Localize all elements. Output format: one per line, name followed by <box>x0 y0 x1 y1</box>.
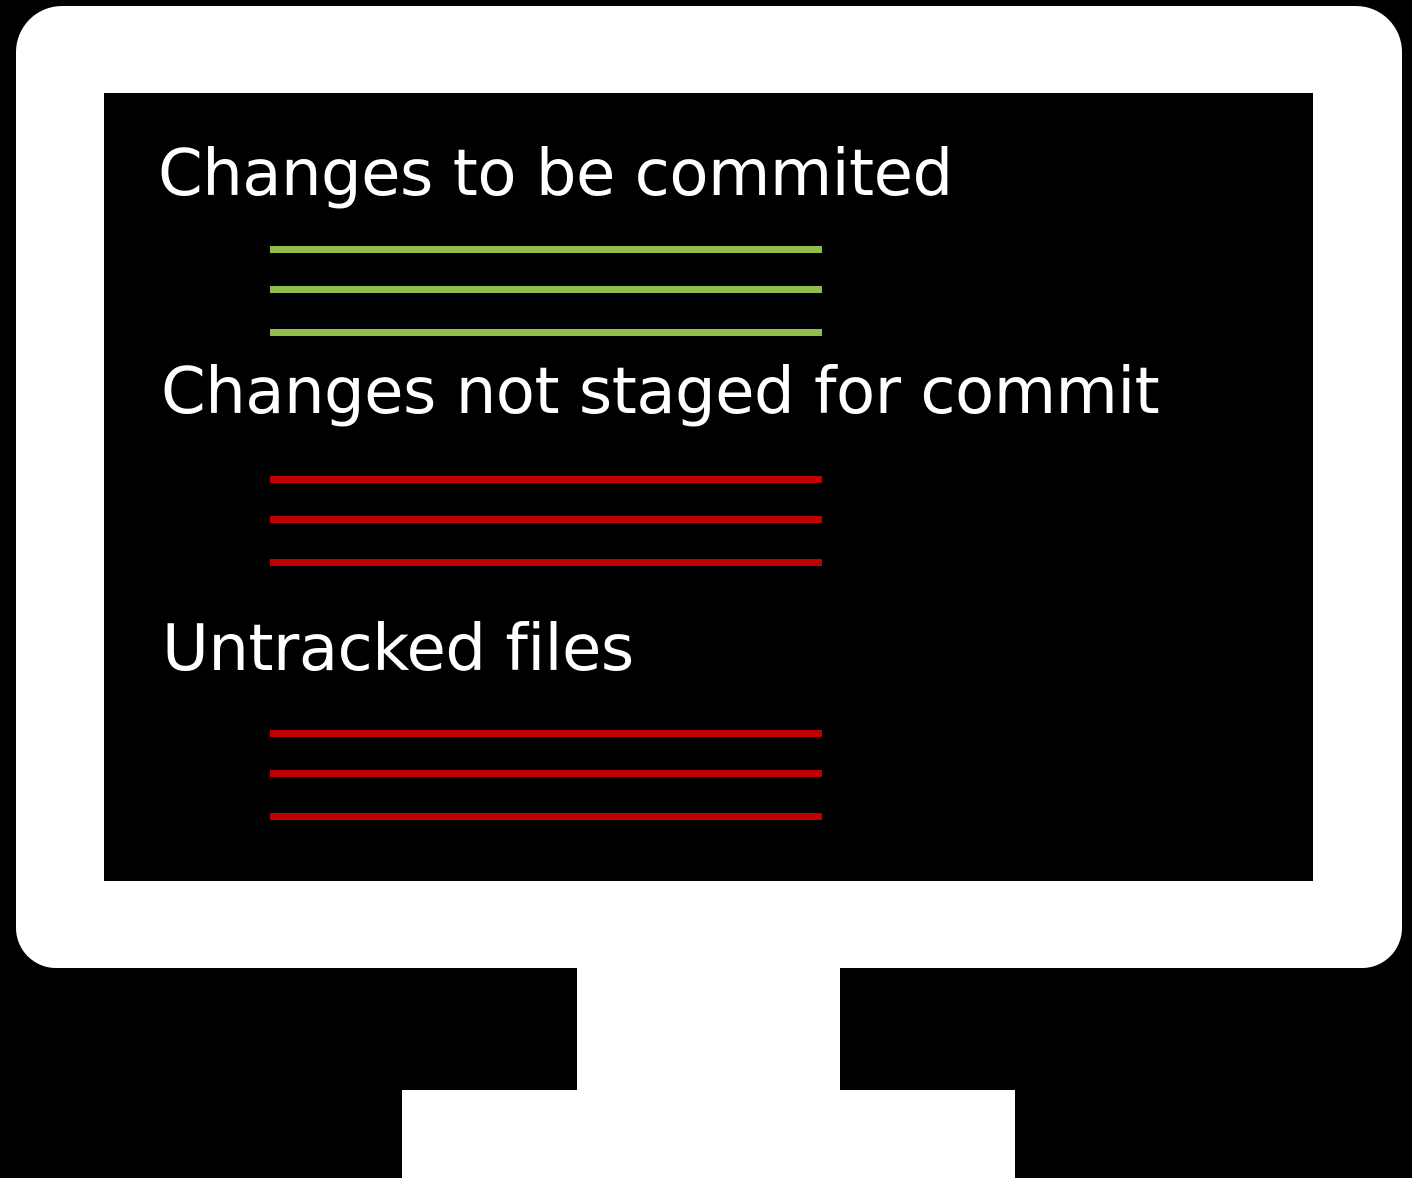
unstaged-file-line <box>270 516 822 523</box>
untracked-file-line <box>270 770 822 777</box>
staged-file-line <box>270 246 822 253</box>
untracked-file-line <box>270 730 822 737</box>
untracked-file-line <box>270 813 822 820</box>
monitor-base <box>402 1090 1015 1178</box>
monitor-neck <box>577 966 840 1092</box>
monitor-screen <box>104 93 1313 881</box>
unstaged-file-line <box>270 476 822 483</box>
section-heading-untracked: Untracked files <box>162 612 634 686</box>
section-heading-unstaged: Changes not staged for commit <box>161 355 1160 429</box>
staged-file-line <box>270 329 822 336</box>
staged-file-line <box>270 286 822 293</box>
unstaged-file-line <box>270 559 822 566</box>
section-heading-staged: Changes to be commited <box>158 137 953 211</box>
diagram-canvas: Changes to be commited Changes not stage… <box>0 0 1412 1178</box>
